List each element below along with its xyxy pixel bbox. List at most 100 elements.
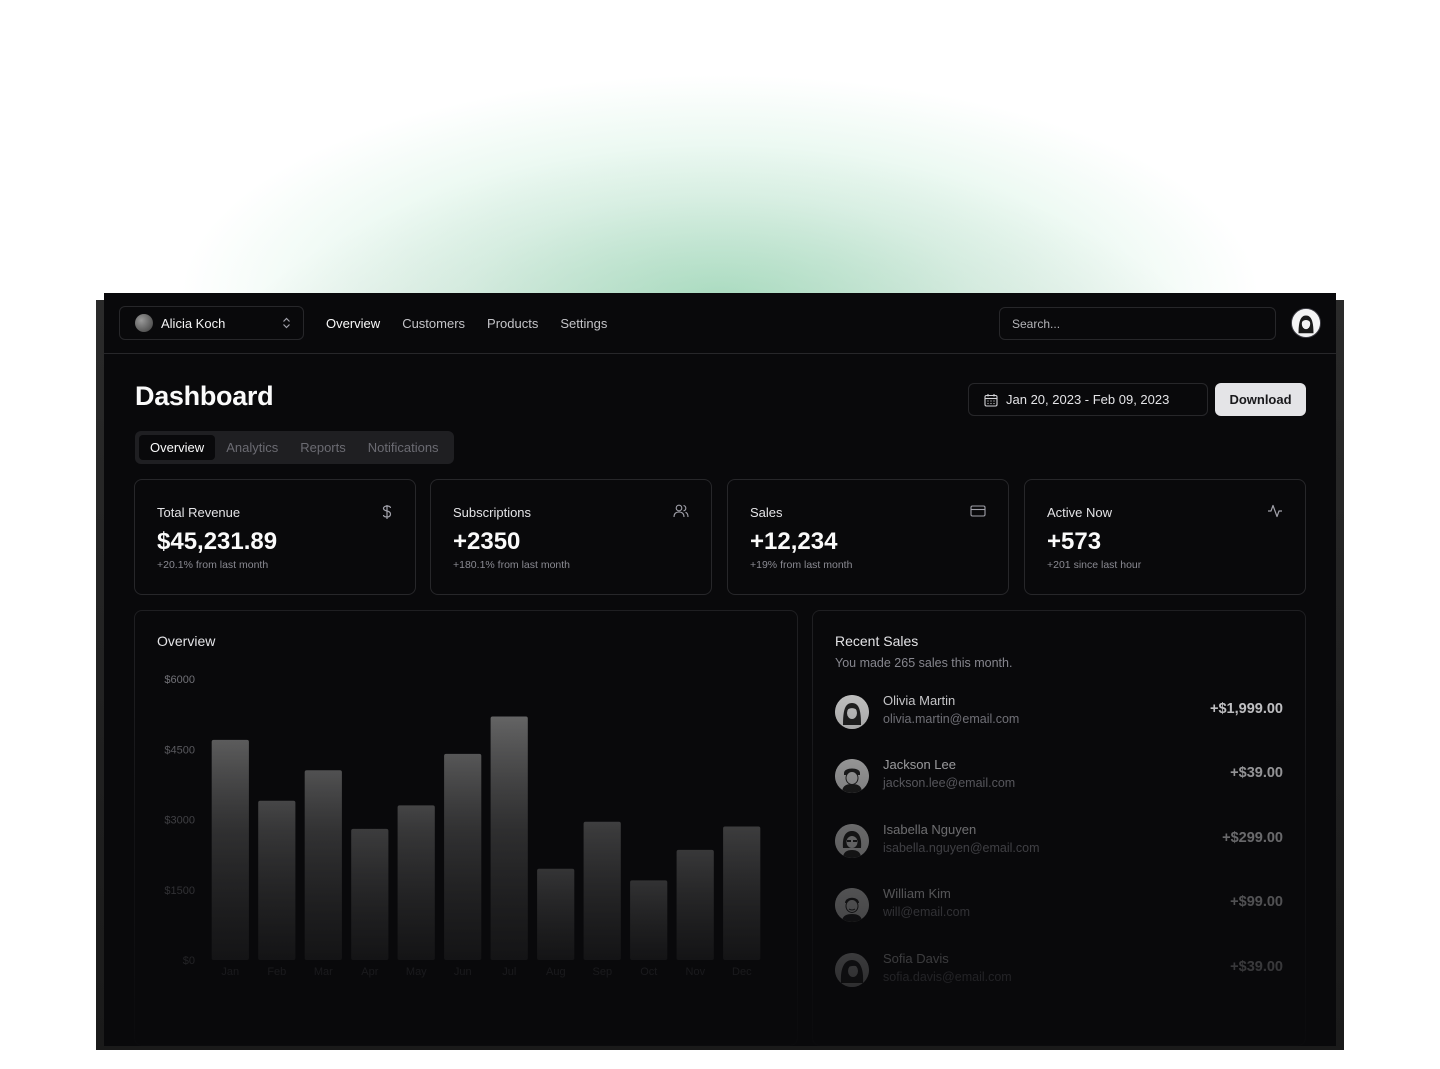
stat-card-active-now: Active Now +573 +201 since last hour: [1024, 479, 1306, 595]
page-title: Dashboard: [135, 381, 274, 411]
customer-avatar: [835, 953, 869, 987]
nav-item-products[interactable]: Products: [487, 316, 538, 331]
nav-item-settings[interactable]: Settings: [560, 316, 607, 331]
bar-jul[interactable]: [490, 716, 528, 961]
date-range-picker[interactable]: Jan 20, 2023 - Feb 09, 2023: [968, 383, 1208, 416]
bar-dec[interactable]: [723, 826, 761, 961]
customer-name: Jackson Lee: [883, 757, 956, 772]
search-input[interactable]: [999, 307, 1276, 340]
credit-card-icon: [970, 504, 986, 520]
recent-sales-panel: Recent Sales You made 265 sales this mon…: [812, 610, 1306, 1046]
sale-row[interactable]: Jackson Lee jackson.lee@email.com +$39.0…: [835, 757, 1283, 797]
stat-label: Active Now: [1047, 505, 1113, 520]
customer-email: isabella.nguyen@email.com: [883, 841, 1040, 855]
person-avatar-icon: [835, 759, 869, 793]
bar-apr[interactable]: [351, 828, 389, 960]
bar-mar[interactable]: [304, 770, 342, 960]
y-tick-label: $6000: [164, 674, 195, 686]
tab-overview[interactable]: Overview: [139, 435, 216, 460]
x-tick-label: Mar: [314, 966, 333, 978]
x-tick-label: Feb: [267, 966, 286, 978]
sale-amount: +$99.00: [1230, 894, 1283, 910]
stat-value: +573: [1047, 528, 1102, 555]
nav-item-customers[interactable]: Customers: [402, 316, 465, 331]
x-tick-label: Aug: [546, 966, 566, 978]
sale-row[interactable]: Isabella Nguyen isabella.nguyen@email.co…: [835, 822, 1283, 862]
customer-name: Olivia Martin: [883, 693, 956, 708]
team-name: Alicia Koch: [161, 315, 226, 331]
customer-avatar: [835, 824, 869, 858]
y-tick-label: $1500: [164, 885, 195, 897]
x-tick-label: Jun: [454, 966, 472, 978]
download-button[interactable]: Download: [1215, 383, 1306, 416]
person-avatar-icon: [835, 695, 869, 729]
recent-sales-subtitle: You made 265 sales this month.: [835, 656, 1013, 670]
stat-change: +201 since last hour: [1047, 559, 1142, 571]
bar-may[interactable]: [397, 805, 435, 960]
user-avatar-icon: [1292, 309, 1320, 337]
y-tick-label: $3000: [164, 815, 195, 827]
stat-change: +180.1% from last month: [453, 559, 571, 571]
chevron-up-down-icon: [282, 317, 291, 329]
customer-avatar: [835, 759, 869, 793]
x-tick-label: Nov: [686, 966, 706, 978]
stat-label: Total Revenue: [157, 505, 241, 520]
sale-amount: +$39.00: [1230, 765, 1283, 781]
customer-avatar: [835, 695, 869, 729]
x-tick-label: Oct: [640, 966, 657, 978]
bar-oct[interactable]: [630, 880, 668, 960]
stat-value: +12,234: [750, 528, 838, 555]
stat-value: $45,231.89: [157, 528, 278, 555]
x-tick-label: Jul: [502, 966, 516, 978]
customer-name: Isabella Nguyen: [883, 822, 977, 837]
stat-change: +19% from last month: [750, 559, 853, 571]
x-tick-label: Dec: [732, 966, 752, 978]
recent-sales-title: Recent Sales: [835, 633, 919, 649]
sale-amount: +$1,999.00: [1210, 701, 1283, 717]
y-tick-label: $0: [183, 955, 195, 967]
sale-row[interactable]: Olivia Martin olivia.martin@email.com +$…: [835, 693, 1283, 733]
top-navigation: Alicia Koch Overview Customers Products …: [104, 293, 1336, 354]
sale-row[interactable]: Sofia Davis sofia.davis@email.com +$39.0…: [835, 951, 1283, 991]
overview-bar-chart: $0 $1500 $3000 $4500 $6000 Jan Feb Mar Apr May Ju…: [164, 674, 761, 978]
activity-icon: [1267, 504, 1283, 521]
bar-feb[interactable]: [258, 800, 296, 960]
tab-reports[interactable]: Reports: [289, 435, 357, 460]
tab-notifications[interactable]: Notifications: [357, 435, 450, 460]
bar-sep[interactable]: [583, 821, 621, 960]
customer-email: olivia.martin@email.com: [883, 712, 1020, 726]
bar-jan[interactable]: [211, 739, 249, 960]
bar-jun[interactable]: [444, 753, 482, 960]
bar-aug[interactable]: [537, 868, 575, 960]
customer-name: Sofia Davis: [883, 951, 949, 966]
team-switcher[interactable]: Alicia Koch: [119, 306, 304, 340]
sale-row[interactable]: William Kim will@email.com +$99.00: [835, 886, 1283, 926]
customer-email: jackson.lee@email.com: [883, 776, 1016, 790]
calendar-icon: [984, 393, 998, 407]
y-tick-label: $4500: [164, 744, 195, 756]
stat-card-sales: Sales +12,234 +19% from last month: [727, 479, 1009, 595]
customer-email: sofia.davis@email.com: [883, 970, 1012, 984]
overview-title: Overview: [157, 633, 216, 649]
stat-change: +20.1% from last month: [157, 559, 269, 571]
tab-analytics[interactable]: Analytics: [215, 435, 289, 460]
customer-name: William Kim: [883, 886, 951, 901]
person-avatar-icon: [835, 824, 869, 858]
team-avatar: [135, 314, 153, 332]
stat-card-subscriptions: Subscriptions +2350 +180.1% from last mo…: [430, 479, 712, 595]
x-tick-label: May: [406, 966, 427, 978]
x-tick-label: Apr: [361, 966, 378, 978]
sale-amount: +$39.00: [1230, 959, 1283, 975]
person-avatar-icon: [835, 953, 869, 987]
user-avatar[interactable]: [1291, 308, 1321, 338]
stat-card-total-revenue: Total Revenue $45,231.89 +20.1% from las…: [134, 479, 416, 595]
x-tick-label: Jan: [221, 966, 239, 978]
dashboard-window: Alicia Koch Overview Customers Products …: [104, 293, 1336, 1046]
bar-nov[interactable]: [676, 849, 714, 960]
person-avatar-icon: [835, 888, 869, 922]
x-tick-label: Sep: [593, 966, 613, 978]
nav-item-overview[interactable]: Overview: [326, 316, 380, 331]
customer-email: will@email.com: [883, 905, 971, 919]
stat-value: +2350: [453, 528, 521, 555]
date-range-text: Jan 20, 2023 - Feb 09, 2023: [1006, 392, 1170, 407]
